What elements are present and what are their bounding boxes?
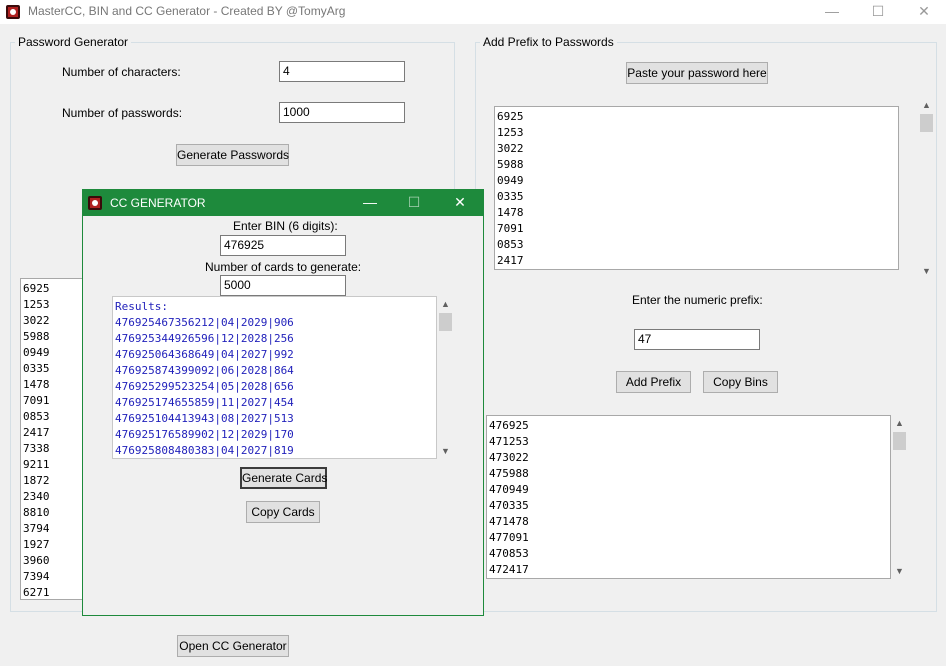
scroll-thumb[interactable] xyxy=(893,432,906,450)
scroll-up-arrow-icon[interactable]: ▲ xyxy=(891,415,908,431)
dialog-title: CC GENERATOR xyxy=(110,196,206,210)
scroll-up-arrow-icon[interactable]: ▲ xyxy=(437,296,454,312)
scroll-down-arrow-icon[interactable]: ▼ xyxy=(891,563,908,579)
dialog-maximize-button[interactable]: ☐ xyxy=(399,194,429,211)
copy-bins-button[interactable]: Copy Bins xyxy=(703,371,778,393)
paste-password-button[interactable]: Paste your password here xyxy=(626,62,768,84)
main-titlebar: MasterCC, BIN and CC Generator - Created… xyxy=(0,0,946,24)
scroll-up-arrow-icon[interactable]: ▲ xyxy=(918,97,935,113)
scroll-down-arrow-icon[interactable]: ▼ xyxy=(918,263,935,279)
maximize-button[interactable]: ☐ xyxy=(863,3,893,20)
passwords-output[interactable]: 6925 1253 3022 5988 0949 0335 1478 7091 … xyxy=(20,278,85,600)
dialog-titlebar: CC GENERATOR — ☐ ✕ xyxy=(83,190,483,216)
dialog-minimize-button[interactable]: — xyxy=(355,194,385,210)
copy-cards-button[interactable]: Copy Cards xyxy=(246,501,320,523)
prefixed-output-textarea[interactable]: 476925 471253 473022 475988 470949 47033… xyxy=(486,415,891,579)
num-passwords-label: Number of passwords: xyxy=(62,106,183,120)
prefix-input-textarea[interactable]: 6925 1253 3022 5988 0949 0335 1478 7091 … xyxy=(494,106,899,270)
generate-cards-button[interactable]: Generate Cards xyxy=(240,467,327,489)
scroll-thumb[interactable] xyxy=(920,114,933,132)
app-skull-icon xyxy=(6,5,20,19)
prefixed-output-scrollbar[interactable]: ▲ ▼ xyxy=(891,415,908,579)
num-chars-input[interactable]: 4 xyxy=(279,61,405,82)
app-skull-icon xyxy=(88,196,102,210)
cc-results-scrollbar[interactable]: ▲ ▼ xyxy=(437,296,454,459)
cc-generator-dialog: CC GENERATOR — ☐ ✕ Enter BIN (6 digits):… xyxy=(82,189,484,616)
bin-input[interactable]: 476925 xyxy=(220,235,346,256)
num-chars-label: Number of characters: xyxy=(62,65,181,79)
add-prefix-label: Add Prefix to Passwords xyxy=(480,35,617,49)
num-passwords-input[interactable]: 1000 xyxy=(279,102,405,123)
card-count-input[interactable]: 5000 xyxy=(220,275,346,296)
window-title: MasterCC, BIN and CC Generator - Created… xyxy=(28,4,346,18)
scroll-down-arrow-icon[interactable]: ▼ xyxy=(437,443,454,459)
password-generator-label: Password Generator xyxy=(15,35,132,49)
bin-label: Enter BIN (6 digits): xyxy=(233,219,338,233)
prefix-input[interactable]: 47 xyxy=(634,329,760,350)
cc-results-textarea[interactable]: Results: 476925467356212|04|2029|906 476… xyxy=(112,296,437,459)
scroll-thumb[interactable] xyxy=(439,313,452,331)
card-count-label: Number of cards to generate: xyxy=(205,260,362,274)
open-cc-generator-button[interactable]: Open CC Generator xyxy=(177,635,289,657)
add-prefix-button[interactable]: Add Prefix xyxy=(616,371,691,393)
generate-passwords-button[interactable]: Generate Passwords xyxy=(176,144,289,166)
close-button[interactable]: ✕ xyxy=(909,3,939,20)
minimize-button[interactable]: — xyxy=(817,3,847,19)
prefix-input-scrollbar[interactable]: ▲ ▼ xyxy=(918,97,935,279)
prefix-label: Enter the numeric prefix: xyxy=(632,293,763,307)
dialog-close-button[interactable]: ✕ xyxy=(445,194,475,211)
